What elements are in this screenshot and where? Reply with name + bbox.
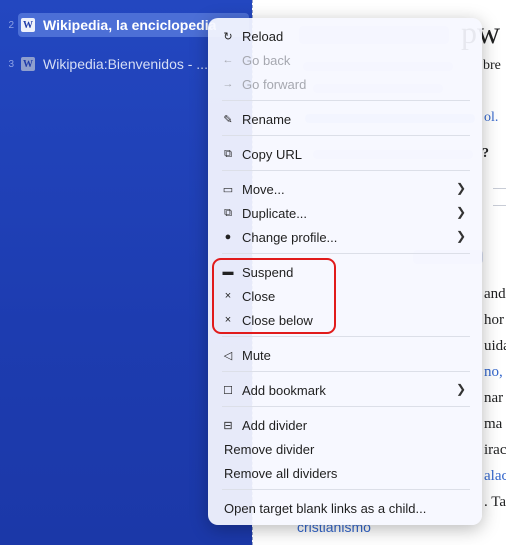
wikipedia-favicon-icon: W bbox=[21, 18, 35, 32]
menu-item-label: Remove divider bbox=[224, 441, 315, 457]
menu-item-label: Add bookmark bbox=[242, 382, 326, 398]
page-text: irac bbox=[484, 442, 506, 458]
menu-item-label: Go back bbox=[242, 52, 291, 68]
menu-separator bbox=[222, 336, 470, 337]
chevron-right-icon: ❯ bbox=[455, 382, 466, 396]
menu-item-remove-all-dividers[interactable]: Remove all dividers bbox=[224, 461, 470, 485]
menu-separator bbox=[222, 489, 470, 490]
copy-icon: ⧉ bbox=[224, 147, 232, 160]
menu-item-label: Remove all dividers bbox=[224, 465, 338, 481]
menu-separator bbox=[222, 253, 470, 254]
menu-item-move[interactable]: ▭ Move... ❯ bbox=[222, 177, 470, 201]
page-text: nar bbox=[484, 390, 504, 406]
divider-icon: ⊟ bbox=[223, 419, 233, 432]
mute-icon: ◁ bbox=[223, 349, 233, 362]
menu-item-go-forward[interactable]: → Go forward bbox=[222, 72, 470, 96]
chevron-right-icon: ❯ bbox=[455, 181, 466, 195]
chevron-right-icon: ❯ bbox=[455, 229, 466, 243]
menu-item-go-back[interactable]: ← Go back bbox=[222, 48, 470, 72]
duplicate-icon: ⧉ bbox=[224, 206, 232, 219]
menu-separator bbox=[222, 406, 470, 407]
menu-item-rename[interactable]: ✎ Rename bbox=[222, 107, 470, 131]
tab-context-menu: ↻ Reload ← Go back → Go forward ✎ Rename… bbox=[208, 18, 482, 525]
menu-separator bbox=[222, 371, 470, 372]
menu-item-change-profile[interactable]: ● Change profile... ❯ bbox=[222, 225, 470, 249]
tab-title: Wikipedia:Bienvenidos - ... bbox=[43, 56, 208, 72]
menu-item-add-divider[interactable]: ⊟ Add divider bbox=[222, 413, 470, 437]
menu-item-reload[interactable]: ↻ Reload bbox=[222, 24, 470, 48]
menu-item-label: Reload bbox=[242, 28, 284, 44]
menu-item-label: Add divider bbox=[242, 417, 308, 433]
page-link[interactable]: no, c bbox=[484, 364, 506, 381]
menu-separator bbox=[222, 135, 470, 136]
page-text: . Ta bbox=[484, 494, 506, 510]
page-text: ando bbox=[484, 286, 506, 302]
menu-separator bbox=[222, 100, 470, 101]
page-text: ma bbox=[484, 416, 503, 432]
menu-item-label: Go forward bbox=[242, 76, 307, 92]
wikipedia-favicon-icon: W bbox=[21, 57, 35, 71]
page-text: hor bbox=[484, 312, 504, 328]
menu-item-label: Duplicate... bbox=[242, 205, 308, 221]
move-icon: ▭ bbox=[222, 183, 234, 196]
back-arrow-icon: ← bbox=[222, 54, 234, 66]
menu-item-label: Mute bbox=[242, 347, 271, 363]
page-text: ? bbox=[482, 146, 489, 161]
menu-item-duplicate[interactable]: ⧉ Duplicate... ❯ bbox=[222, 201, 470, 225]
red-highlight-box bbox=[212, 258, 336, 334]
bookmark-icon: ☐ bbox=[223, 384, 233, 397]
reload-icon: ↻ bbox=[223, 30, 233, 43]
menu-item-remove-divider[interactable]: Remove divider bbox=[224, 437, 470, 461]
profile-icon: ● bbox=[224, 231, 232, 243]
page-link[interactable]: alac bbox=[484, 468, 506, 485]
rename-icon: ✎ bbox=[223, 113, 233, 126]
forward-arrow-icon: → bbox=[222, 78, 234, 90]
menu-item-label: Copy URL bbox=[242, 146, 302, 162]
menu-item-add-bookmark[interactable]: ☐ Add bookmark ❯ bbox=[222, 378, 470, 402]
tab-title: Wikipedia, la enciclopedia bbox=[43, 17, 217, 33]
menu-item-mute[interactable]: ◁ Mute bbox=[222, 343, 470, 367]
chevron-right-icon: ❯ bbox=[455, 205, 466, 219]
menu-item-open-target-blank[interactable]: Open target blank links as a child... bbox=[224, 496, 470, 520]
menu-item-label: Move... bbox=[242, 181, 285, 197]
page-text: bre bbox=[483, 58, 501, 73]
menu-separator bbox=[222, 170, 470, 171]
tab-number: 3 bbox=[8, 58, 14, 70]
menu-item-label: Open target blank links as a child... bbox=[224, 500, 427, 516]
tab-number: 2 bbox=[8, 19, 14, 31]
menu-item-label: Rename bbox=[242, 111, 292, 127]
menu-item-label: Change profile... bbox=[242, 229, 338, 245]
menu-item-copy-url[interactable]: ⧉ Copy URL bbox=[222, 142, 470, 166]
page-link[interactable]: ol. bbox=[484, 110, 498, 126]
page-text: uida bbox=[484, 338, 506, 354]
